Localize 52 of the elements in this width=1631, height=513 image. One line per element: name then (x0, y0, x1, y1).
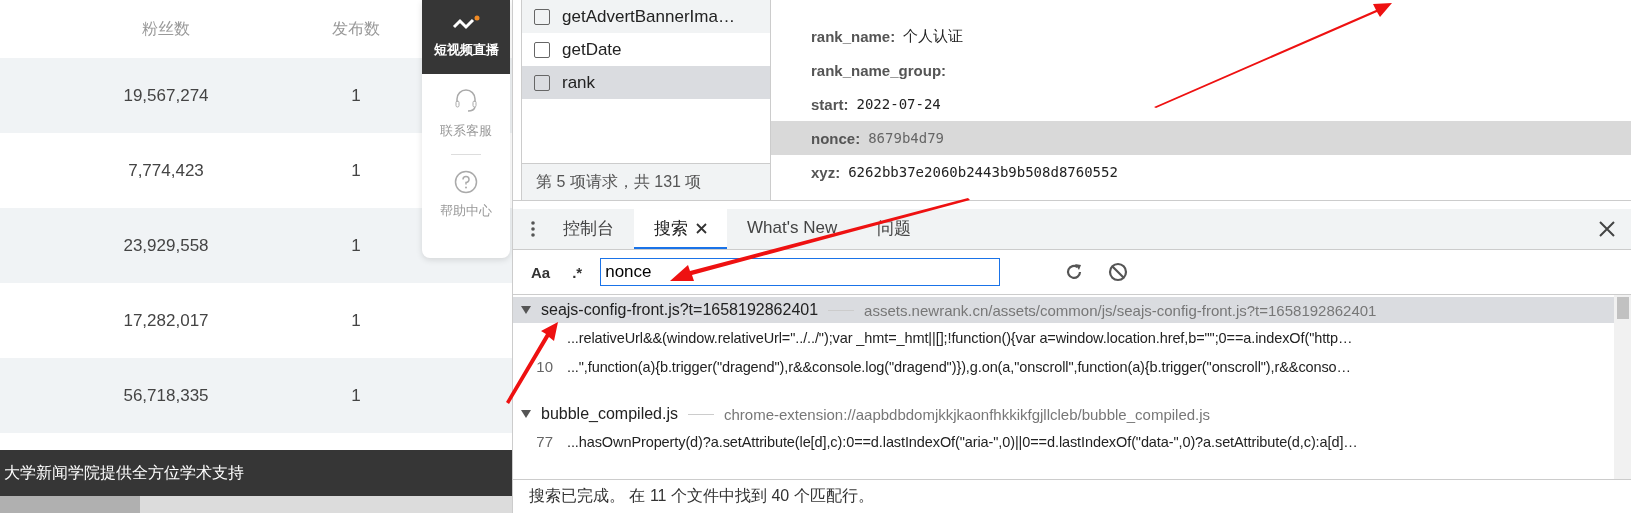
checkbox[interactable] (534, 74, 550, 91)
result-file-path: chrome-extension://aapbdbdomjkkjkaonfhkkikfgjllcleb/bubble_compiled.js (724, 405, 1211, 423)
table-cell: 1 (351, 85, 361, 106)
payload-value: 6262bb37e2060b2443b9b508d8760552 (848, 164, 1118, 180)
table-cell: 1 (351, 310, 361, 331)
sidebar-item[interactable]: 短视频直播 (422, 0, 510, 74)
match-line[interactable]: ...hasOwnProperty(d)?a.setAttribute(le[d],c):0==d.lastIndexOf("aria-",0)||0==d.lastIndexOf("data-",0)?a.setAttribute(d,c):a[d]… (567, 433, 1358, 450)
request-count: 第 5 项请求，共 131 项 (536, 171, 702, 192)
payload-key: nonce: (811, 129, 861, 147)
table-cell: 1 (351, 235, 361, 256)
checkbox[interactable] (534, 8, 550, 25)
payload-value: 个人认证 (903, 26, 964, 46)
payload-value: 8679b4d79 (868, 130, 945, 146)
request-item[interactable]: rank (522, 66, 770, 99)
checkbox[interactable] (534, 41, 550, 58)
footer-text: 大学新闻学院提供全方位学术支持 (4, 462, 244, 483)
headset-icon (454, 88, 478, 114)
help-icon (454, 170, 478, 194)
match-line[interactable]: ...",function(a){b.trigger("dragend"),r&&console.log("dragend")}),g.on(a,"onscroll",function(a){b.trigger("onscroll"),r&&conso… (567, 358, 1351, 375)
clear-icon[interactable] (1108, 262, 1129, 282)
request-item[interactable]: getAdvertBannerIma… (522, 0, 770, 33)
table-cell: 17,282,017 (123, 310, 209, 331)
expand-triangle-icon[interactable] (521, 410, 531, 418)
table-cell: 23,929,558 (123, 235, 209, 256)
expand-triangle-icon[interactable] (521, 306, 531, 314)
table-cell: 1 (351, 160, 361, 181)
result-file-name[interactable]: seajs-config-front.js?t=1658192862401 (541, 301, 819, 319)
line-number: 77 (535, 433, 554, 450)
search-field[interactable]: nonce (600, 258, 1001, 286)
search-status: 搜索已完成。 在 11 个文件中找到 40 个匹配行。 (529, 486, 874, 506)
table-cell: 1 (351, 385, 361, 406)
line-number: 10 (535, 358, 554, 375)
drawer-tab[interactable]: 控制台 (563, 216, 614, 240)
table-cell: 7,774,423 (128, 160, 204, 181)
horizontal-scrollbar[interactable] (0, 496, 512, 513)
payload-key: start: (811, 95, 849, 113)
column-header: 发布数 (332, 18, 380, 39)
match-line[interactable]: ...relativeUrl&&(window.relativeUrl="../../");var _hmt=_hmt||[];!function(){var a=window.location.href,b="";0==a.indexOf("http… (567, 329, 1353, 346)
table-cell: 19,567,274 (123, 85, 209, 106)
payload-key: rank_name: (811, 27, 896, 45)
payload-value: 2022-07-24 (856, 96, 941, 112)
match-case-button[interactable]: Aa (527, 263, 555, 281)
payload-key: xyz: (811, 163, 841, 181)
close-icon[interactable] (696, 222, 707, 234)
result-file-path: assets.newrank.cn/assets/common/js/seajs-config-front.js?t=1658192862401 (864, 301, 1377, 319)
result-file-name[interactable]: bubble_compiled.js (541, 405, 678, 423)
drawer-tab[interactable]: What's New (747, 218, 838, 238)
table-cell: 56,718,335 (123, 385, 209, 406)
vertical-scrollbar[interactable] (1614, 295, 1631, 479)
column-header: 粉丝数 (142, 18, 190, 39)
regex-button[interactable]: .* (568, 263, 587, 281)
payload-key: rank_name_group: (811, 61, 947, 79)
